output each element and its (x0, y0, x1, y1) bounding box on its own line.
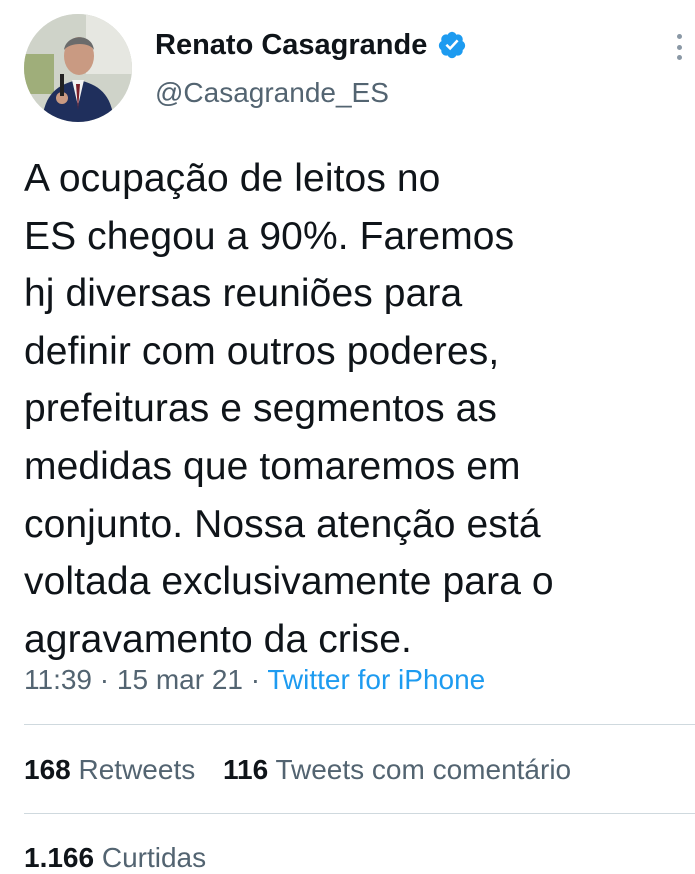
tweet-line: medidas que tomaremos em (24, 444, 521, 488)
avatar[interactable] (24, 14, 132, 122)
retweets-label: Retweets (78, 754, 196, 785)
quote-tweets-stat[interactable]: 116 Tweets com comentário (223, 752, 571, 788)
tweet-source-link[interactable]: Twitter for iPhone (267, 664, 485, 695)
display-name-text: Renato Casagrande (155, 29, 428, 61)
tweet-line: conjunto. Nossa atenção está (24, 502, 541, 546)
meta-separator: · (99, 664, 110, 695)
tweet-line: A ocupação de leitos no (24, 157, 441, 200)
meta-separator: · (250, 664, 261, 695)
verified-badge-icon (439, 31, 466, 59)
tweet-line: hj diversas reuniões para (24, 272, 463, 316)
tweet-line: ES chegou a 90%. Faremos (24, 214, 515, 258)
likes-count: 1.166 (24, 842, 95, 873)
likes-stats: 1.166 Curtidas (24, 840, 206, 874)
divider (24, 813, 695, 814)
more-dot (676, 44, 682, 50)
tweet-line: voltada exclusivamente para o (24, 560, 554, 604)
tweet-line: agravamento da crise. (24, 617, 412, 661)
retweets-stat[interactable]: 168 Retweets (24, 752, 195, 788)
profile-photo (24, 14, 132, 122)
engagement-stats: 168 Retweets 116 Tweets com comentário (24, 752, 571, 788)
tweet-time[interactable]: 11:39 (24, 664, 92, 695)
tweet-text: A ocupação de leitos no ES chegou a 90%.… (24, 150, 689, 668)
more-dot (676, 34, 682, 39)
tweet-date[interactable]: 15 mar 21 (117, 664, 243, 695)
quotes-label: Tweets com comentário (275, 754, 572, 785)
tweet-line: definir com outros poderes, (24, 329, 500, 373)
quotes-count: 116 (223, 754, 269, 785)
divider (24, 724, 695, 725)
likes-stat[interactable]: 1.166 Curtidas (24, 840, 206, 874)
retweets-count: 168 (24, 754, 71, 785)
more-dot (676, 55, 682, 60)
tweet-line: prefeituras e segmentos as (24, 387, 498, 431)
more-options-icon[interactable] (664, 32, 694, 62)
author-display-name[interactable]: Renato Casagrande (155, 28, 467, 62)
likes-label: Curtidas (101, 842, 207, 873)
tweet-meta: 11:39 · 15 mar 21 · Twitter for iPhone (24, 662, 485, 698)
author-handle[interactable]: @Casagrande_ES (155, 76, 389, 110)
